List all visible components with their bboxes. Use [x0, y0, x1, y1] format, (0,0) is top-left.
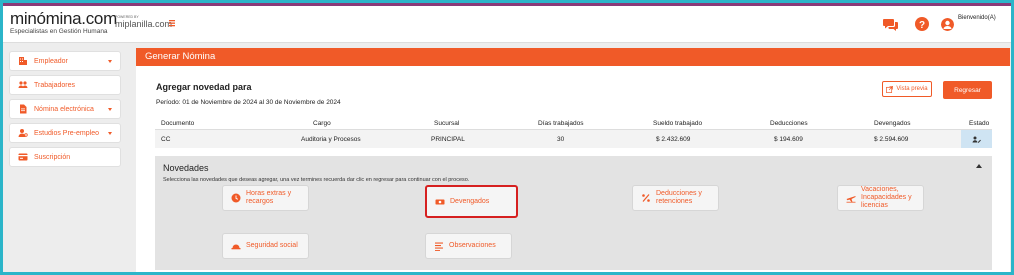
document-icon — [20, 104, 27, 114]
plane-icon — [846, 196, 856, 203]
estado-cell[interactable] — [961, 130, 992, 148]
sidebar-item-label: Trabajadores — [34, 81, 75, 89]
user-edit-icon — [972, 136, 981, 143]
cell-deducciones: $ 194.609 — [774, 135, 803, 143]
partner-name: miplanilla.com — [115, 19, 173, 29]
column-header-deducciones: Deducciones — [770, 120, 808, 127]
column-header-documento: Documento — [161, 120, 195, 127]
novedad-deducciones[interactable]: Deducciones y retenciones — [632, 185, 719, 211]
user-search-icon — [18, 129, 28, 137]
novedad-vacaciones[interactable]: Vacaciones, Incapacidades y licencias — [837, 185, 924, 211]
sidebar-item-label: Nómina electrónica — [34, 105, 94, 113]
menu-toggle-icon[interactable] — [169, 19, 175, 27]
novedad-label: Vacaciones, Incapacidades y licencias — [861, 186, 912, 209]
novedad-label: Deducciones y retenciones — [656, 190, 702, 205]
partner-logo: POWERED BY miplanilla.com — [115, 15, 172, 29]
cell-documento: CC — [161, 135, 171, 143]
novedad-devengados[interactable]: Devengados — [425, 185, 518, 218]
main-panel: Generar Nómina Agregar novedad para Perí… — [136, 48, 1010, 272]
back-button[interactable]: Regresar — [943, 81, 992, 99]
novedades-panel: Novedades Selecciona las novedades que d… — [155, 156, 992, 270]
logo-tagline: Especialistas en Gestión Humana — [10, 28, 108, 35]
money-icon — [435, 199, 445, 204]
novedad-seguridad-social[interactable]: Seguridad social — [222, 233, 309, 259]
cell-cargo: Auditoria y Procesos — [301, 135, 361, 143]
building-icon — [19, 57, 27, 65]
percent-icon — [642, 194, 650, 202]
sidebar: Empleador Trabajadores Nómina electrónic… — [9, 51, 121, 171]
list-icon — [435, 242, 443, 251]
user-avatar-icon — [941, 18, 954, 31]
users-icon — [18, 81, 28, 88]
preview-label: Vista previa — [896, 86, 928, 92]
sidebar-item-label: Estudios Pre-empleo — [34, 129, 99, 137]
chat-icon[interactable] — [883, 16, 899, 32]
cell-dias: 30 — [557, 135, 565, 143]
novedades-title: Novedades — [163, 163, 209, 173]
column-header-sueldo: Sueldo trabajado — [653, 120, 703, 127]
novedades-description: Selecciona las novedades que deseas agre… — [163, 177, 470, 183]
external-link-icon — [886, 85, 894, 93]
cell-devengados: $ 2.594.609 — [874, 135, 909, 143]
chevron-down-icon — [108, 132, 112, 135]
svg-text:?: ? — [919, 20, 925, 31]
table-header: Documento Cargo Sucursal Días trabajados… — [155, 118, 992, 130]
page-title: Generar Nómina — [136, 48, 1010, 66]
novedad-observaciones[interactable]: Observaciones — [425, 233, 512, 259]
user-menu[interactable]: Bienvenido(A) — [941, 15, 996, 31]
novedad-label: Devengados — [450, 197, 490, 205]
logo-text: minómina.com — [10, 9, 117, 28]
sidebar-item-nomina-electronica[interactable]: Nómina electrónica — [9, 99, 121, 119]
column-header-devengados: Devengados — [874, 120, 911, 127]
sidebar-item-estudios-pre-empleo[interactable]: Estudios Pre-empleo — [9, 123, 121, 143]
novedad-horas-extras[interactable]: Horas extras y recargos — [222, 185, 309, 211]
card-icon — [18, 153, 28, 161]
chevron-down-icon — [108, 108, 112, 111]
sidebar-item-trabajadores[interactable]: Trabajadores — [9, 75, 121, 95]
section-heading: Agregar novedad para — [156, 82, 252, 92]
help-icon[interactable]: ? — [914, 16, 930, 32]
sidebar-item-empleador[interactable]: Empleador — [9, 51, 121, 71]
column-header-sucursal: Sucursal — [434, 120, 460, 127]
sidebar-item-suscripcion[interactable]: Suscripción — [9, 147, 121, 167]
cell-sucursal: PRINCIPAL — [431, 135, 465, 143]
sidebar-item-label: Empleador — [34, 57, 68, 65]
clock-icon — [231, 193, 241, 203]
chevron-down-icon — [108, 60, 112, 63]
collapse-caret-icon[interactable] — [976, 164, 982, 168]
column-header-dias: Días trabajados — [538, 120, 584, 127]
app-window: minómina.com Especialistas en Gestión Hu… — [3, 3, 1011, 272]
preview-button[interactable]: Vista previa — [882, 81, 932, 97]
logo[interactable]: minómina.com Especialistas en Gestión Hu… — [10, 9, 117, 36]
table-row: CC Auditoria y Procesos PRINCIPAL 30 $ 2… — [155, 130, 992, 148]
helmet-icon — [231, 244, 241, 250]
header: minómina.com Especialistas en Gestión Hu… — [3, 6, 1011, 43]
novedad-label: Observaciones — [449, 242, 496, 249]
novedad-label: Horas extras y recargos — [246, 190, 292, 205]
user-greeting: Bienvenido(A) — [958, 15, 996, 21]
column-header-cargo: Cargo — [313, 120, 331, 127]
cell-sueldo: $ 2.432.609 — [656, 135, 691, 143]
column-header-estado: Estado — [969, 120, 990, 127]
novedad-label: Seguridad social — [246, 242, 298, 249]
sidebar-item-label: Suscripción — [34, 153, 71, 161]
period-text: Período: 01 de Noviembre de 2024 al 30 d… — [156, 99, 341, 106]
